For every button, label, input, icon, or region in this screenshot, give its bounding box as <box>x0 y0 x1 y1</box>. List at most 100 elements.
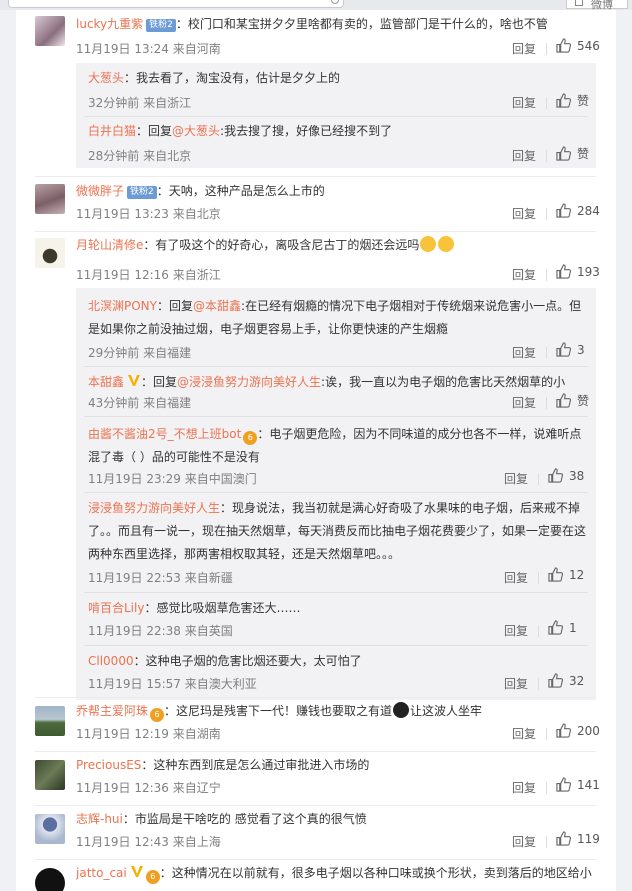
comment-panel: lucky九重紫 铁粉2 ：校门口和某宝拼夕夕里啥都有卖的，监管部门是干什么的，啥也… <box>16 10 616 891</box>
top-right-button[interactable]: 微博 <box>566 0 628 11</box>
reply-body: ：感觉比吸烟草危害还大…… <box>144 601 301 615</box>
like-button[interactable]: 284 <box>556 203 600 218</box>
mention-link[interactable]: @浸浸鱼努力游向美好人生 <box>177 375 321 389</box>
avatar[interactable] <box>35 814 65 844</box>
separator <box>546 782 547 794</box>
reply-button[interactable]: 回复 <box>512 147 536 164</box>
reply-meta: 11月19日 15:57 来自澳大利亚 <box>88 677 257 691</box>
comment-meta: 11月19日 13:24 来自河南 <box>76 42 221 56</box>
like-count: 200 <box>577 723 600 738</box>
username[interactable]: 浸浸鱼努力游向美好人生 <box>88 501 220 515</box>
avatar[interactable] <box>35 760 65 790</box>
username[interactable]: 乔帮主爱阿珠 <box>76 704 148 718</box>
v-badge-icon <box>128 375 141 386</box>
reply-button[interactable]: 回复 <box>504 675 528 692</box>
avatar[interactable] <box>35 868 65 891</box>
reply-button[interactable]: 回复 <box>512 779 536 796</box>
username[interactable]: 由酱不酱油2号_不想上班bot <box>88 427 241 441</box>
like-button[interactable]: 赞 <box>556 145 589 162</box>
search-icon[interactable] <box>331 0 339 4</box>
like-button[interactable]: 38 <box>548 468 584 483</box>
like-count: 38 <box>569 468 585 483</box>
like-button[interactable]: 119 <box>556 831 600 846</box>
like-button[interactable]: 32 <box>548 673 584 688</box>
reply-button[interactable]: 回复 <box>504 622 528 639</box>
separator <box>546 43 547 55</box>
reply-prefix: ：回复 <box>157 299 194 313</box>
reply-prefix: ：回复 <box>141 375 178 389</box>
search-input[interactable] <box>8 0 344 8</box>
thumbs-up-icon <box>556 777 571 792</box>
reply-meta: 43分钟前 来自福建 <box>88 396 192 410</box>
reply-button[interactable]: 回复 <box>504 569 528 586</box>
username[interactable]: jatto_cai <box>76 866 127 880</box>
reply-button[interactable]: 回复 <box>512 394 536 411</box>
separator <box>538 625 539 637</box>
avatar[interactable] <box>35 16 65 46</box>
like-count: 赞 <box>577 394 590 408</box>
thumbs-up-icon <box>556 264 571 279</box>
reply-button[interactable]: 回复 <box>512 344 536 361</box>
like-button[interactable]: 546 <box>556 38 600 53</box>
like-button[interactable]: 赞 <box>556 92 589 109</box>
reply-button[interactable]: 回复 <box>504 470 528 487</box>
like-button[interactable]: 赞 <box>556 392 589 409</box>
bag-icon <box>575 0 583 6</box>
comment-item: lucky九重紫 铁粉2 ：校门口和某宝拼夕夕里啥都有卖的，监管部门是干什么的，啥也… <box>16 10 616 175</box>
mention-link[interactable]: @本甜鑫 <box>193 299 241 313</box>
reply-text: 白井白猫：回复@大葱头:我去搜了搜，好像已经搜不到了 <box>88 120 586 143</box>
like-count: 119 <box>577 831 600 846</box>
reply-button[interactable]: 回复 <box>512 40 536 57</box>
thumbs-up-icon <box>556 146 571 161</box>
comment-body: ：这种东西到底是怎么通过审批进入市场的 <box>141 758 370 772</box>
crying-emoji-icon <box>420 236 437 252</box>
reply-item: 北溟渊PONY：回复@本甜鑫:在已经有烟瘾的情况下电子烟相对于传统烟来说危害小一… <box>76 288 596 366</box>
separator <box>546 347 547 359</box>
reply-item: 大葱头：我去看了，淘宝没有，估计是夕夕上的 32分钟前 来自浙江 回复 赞 <box>76 63 596 116</box>
username[interactable]: 微微胖子 <box>76 184 124 198</box>
reply-button[interactable]: 回复 <box>512 266 536 283</box>
like-count: 1 <box>569 620 577 635</box>
reply-button[interactable]: 回复 <box>512 94 536 111</box>
comment-text: 志辉-hui：市监局是干啥吃的 感觉看了这个真的很气愤 <box>76 810 608 828</box>
thumbs-up-icon <box>548 468 563 483</box>
username[interactable]: 月轮山清修e <box>76 238 143 252</box>
comment-body: ：校门口和某宝拼夕夕里啥都有卖的，监管部门是干什么的，啥也不管 <box>175 17 548 31</box>
comment-item: 乔帮主爱阿珠 6 ：这尼玛是残害下一代！赚钱也要取之有道 让这波人坐牢 11月19日 … <box>16 700 616 752</box>
mention-link[interactable]: @大葱头 <box>172 124 220 138</box>
username[interactable]: 白井白猫 <box>88 124 136 138</box>
username[interactable]: Cll0000 <box>88 654 134 668</box>
reply-meta: 11月19日 22:38 来自英国 <box>88 624 233 638</box>
username[interactable]: 啃百合Lily <box>88 601 144 615</box>
reply-button[interactable]: 回复 <box>512 833 536 850</box>
avatar[interactable] <box>35 184 65 214</box>
reply-button[interactable]: 回复 <box>512 205 536 222</box>
comment-item: jatto_cai 6 ：这种情况在以前就有，很多电子烟以各种口味或换个形状，卖到落… <box>16 862 616 891</box>
username[interactable]: lucky九重紫 <box>76 17 143 31</box>
like-count: 141 <box>577 777 600 792</box>
reply-body: :诶，我一直以为电子烟的危害比天然烟草的小 <box>321 375 566 389</box>
avatar[interactable] <box>35 238 65 268</box>
username[interactable]: 志辉-hui <box>76 812 123 826</box>
divider <box>35 231 596 232</box>
username[interactable]: 北溟渊PONY <box>88 299 157 313</box>
reply-item: 由酱不酱油2号_不想上班bot 6 ：电子烟更危险，因为不同味道的成分也各不一样，说… <box>76 416 596 492</box>
like-button[interactable]: 193 <box>556 264 600 279</box>
like-button[interactable]: 3 <box>556 342 585 357</box>
divider <box>35 805 596 806</box>
like-button[interactable]: 141 <box>556 777 600 792</box>
avatar[interactable] <box>35 706 65 736</box>
username[interactable]: PreciousES <box>76 758 141 772</box>
reply-button[interactable]: 回复 <box>512 725 536 742</box>
like-button[interactable]: 1 <box>548 620 577 635</box>
username[interactable]: 大葱头 <box>88 71 124 85</box>
like-count: 3 <box>577 342 585 357</box>
thumbs-up-icon <box>556 203 571 218</box>
separator <box>538 473 539 485</box>
like-button[interactable]: 12 <box>548 567 584 582</box>
browser-top-strip: 微博 <box>0 0 632 11</box>
like-button[interactable]: 200 <box>556 723 600 738</box>
username[interactable]: 本甜鑫 <box>88 375 124 389</box>
like-count: 546 <box>577 38 600 53</box>
level-badge-icon: 6 <box>150 708 165 722</box>
